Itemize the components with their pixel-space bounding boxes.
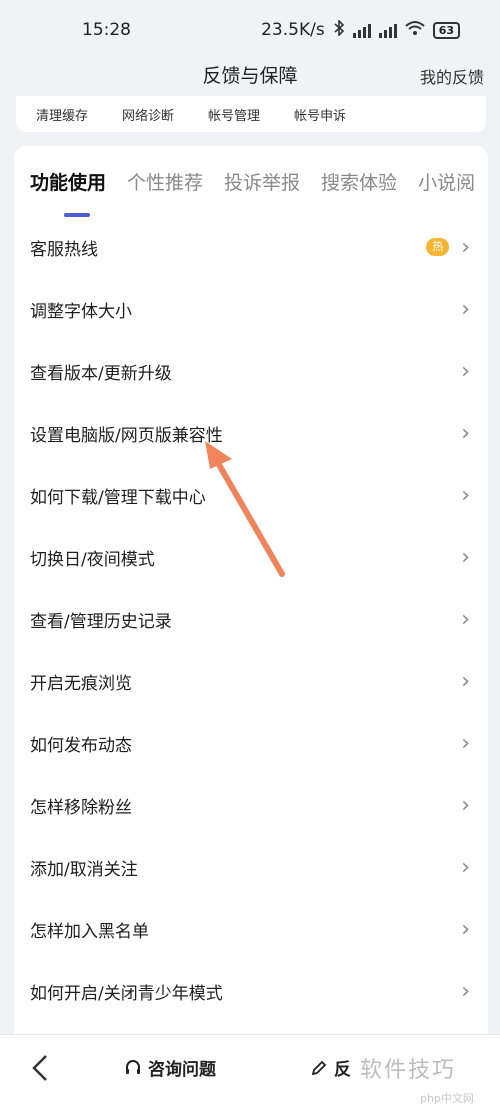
category-tabs: 功能使用 个性推荐 投诉举报 搜索体验 小说阅 (14, 146, 488, 217)
list-item[interactable]: 设置电脑版/网页版兼容性 › (14, 402, 488, 464)
chevron-right-icon: › (461, 730, 470, 756)
list-item[interactable]: 如何开启/关闭青少年模式 › (14, 960, 488, 1022)
status-bar: 15:28 23.5K/s 63 (0, 0, 500, 60)
list-item-label: 开启无痕浏览 (30, 673, 132, 694)
tab-novel[interactable]: 小说阅 (418, 168, 475, 195)
list-item[interactable]: 调整字体大小 › (14, 278, 488, 340)
wifi-icon (405, 20, 425, 41)
tab-complaint-report[interactable]: 投诉举报 (224, 168, 300, 195)
tab-feature-usage[interactable]: 功能使用 (30, 168, 106, 217)
chevron-right-icon: › (461, 668, 470, 694)
status-icons: 23.5K/s 63 (261, 18, 460, 41)
list-item-label: 设置电脑版/网页版兼容性 (30, 425, 223, 446)
watermark-small: php中文网 (420, 1092, 474, 1105)
chevron-right-icon: › (461, 854, 470, 880)
chevron-right-icon: › (461, 916, 470, 942)
list-item-label: 查看/管理历史记录 (30, 611, 172, 632)
battery-icon: 63 (432, 21, 460, 39)
consult-button[interactable]: 咨询问题 (124, 1055, 216, 1080)
tab-search-experience[interactable]: 搜索体验 (321, 168, 397, 195)
list-item-label: 添加/取消关注 (30, 859, 138, 880)
list-item[interactable]: 客服热线 热 › (14, 216, 488, 278)
chevron-right-icon: › (461, 420, 470, 446)
bluetooth-icon (333, 18, 345, 41)
quick-action-network-diagnose[interactable]: 网络诊断 (122, 105, 174, 124)
quick-actions-card: 清理缓存 网络诊断 帐号管理 帐号申诉 (16, 96, 486, 132)
chevron-right-icon: › (461, 482, 470, 508)
tab-personal-recommend[interactable]: 个性推荐 (127, 168, 203, 195)
chevron-right-icon: › (461, 358, 470, 384)
chevron-right-icon: › (461, 296, 470, 322)
headset-icon (126, 1059, 140, 1074)
list-item[interactable]: 怎样加入黑名单 › (14, 898, 488, 960)
hot-badge: 热 (426, 238, 450, 256)
list-item-label: 怎样移除粉丝 (30, 797, 132, 818)
nav-bar: 反馈与保障 我的反馈 (0, 52, 500, 96)
signal-icon (352, 22, 371, 38)
list-item-label: 如何开启/关闭青少年模式 (30, 983, 223, 1004)
quick-action-account-manage[interactable]: 帐号管理 (208, 105, 260, 124)
list-item[interactable]: 怎样移除粉丝 › (14, 774, 488, 836)
list-item-label: 怎样加入黑名单 (30, 921, 149, 942)
my-feedback-link[interactable]: 我的反馈 (420, 64, 484, 88)
pencil-icon (311, 1060, 327, 1075)
list-item[interactable]: 如何发布动态 › (14, 712, 488, 774)
feedback-button[interactable]: 反 (310, 1055, 351, 1080)
chevron-left-icon (32, 1055, 47, 1081)
list-item-label: 调整字体大小 (30, 301, 132, 322)
consult-label: 咨询问题 (148, 1060, 216, 1080)
quick-action-account-appeal[interactable]: 帐号申诉 (294, 105, 346, 124)
chevron-right-icon: › (461, 234, 470, 260)
net-speed: 23.5K/s (261, 20, 325, 40)
list-item-label: 如何下载/管理下载中心 (30, 487, 206, 508)
list-item[interactable]: 查看/管理历史记录 › (14, 588, 488, 650)
chevron-right-icon: › (461, 792, 470, 818)
faq-list: 客服热线 热 › 调整字体大小 › 查看版本/更新升级 › 设置电脑版/网页版兼容… (14, 216, 488, 1022)
back-button[interactable] (30, 1053, 50, 1091)
list-item[interactable]: 开启无痕浏览 › (14, 650, 488, 712)
list-item[interactable]: 查看版本/更新升级 › (14, 340, 488, 402)
quick-action-clear-cache[interactable]: 清理缓存 (36, 105, 88, 124)
watermark: 软件技巧 (360, 1058, 457, 1083)
chevron-right-icon: › (461, 978, 470, 1004)
list-item-label: 客服热线 (30, 239, 98, 260)
list-item[interactable]: 添加/取消关注 › (14, 836, 488, 898)
feedback-label: 反 (334, 1060, 351, 1080)
faq-card: 功能使用 个性推荐 投诉举报 搜索体验 小说阅 客服热线 热 › 调整字体大小 ›… (14, 146, 488, 1046)
list-item-label: 如何发布动态 (30, 735, 132, 756)
chevron-right-icon: › (461, 544, 470, 570)
signal-icon (378, 22, 397, 38)
list-item[interactable]: 如何下载/管理下载中心 › (14, 464, 488, 526)
status-time: 15:28 (82, 20, 131, 40)
chevron-right-icon: › (461, 606, 470, 632)
page-title: 反馈与保障 (202, 64, 298, 87)
list-item[interactable]: 切换日/夜间模式 › (14, 526, 488, 588)
list-item-label: 查看版本/更新升级 (30, 363, 172, 384)
list-item-label: 切换日/夜间模式 (30, 549, 155, 570)
